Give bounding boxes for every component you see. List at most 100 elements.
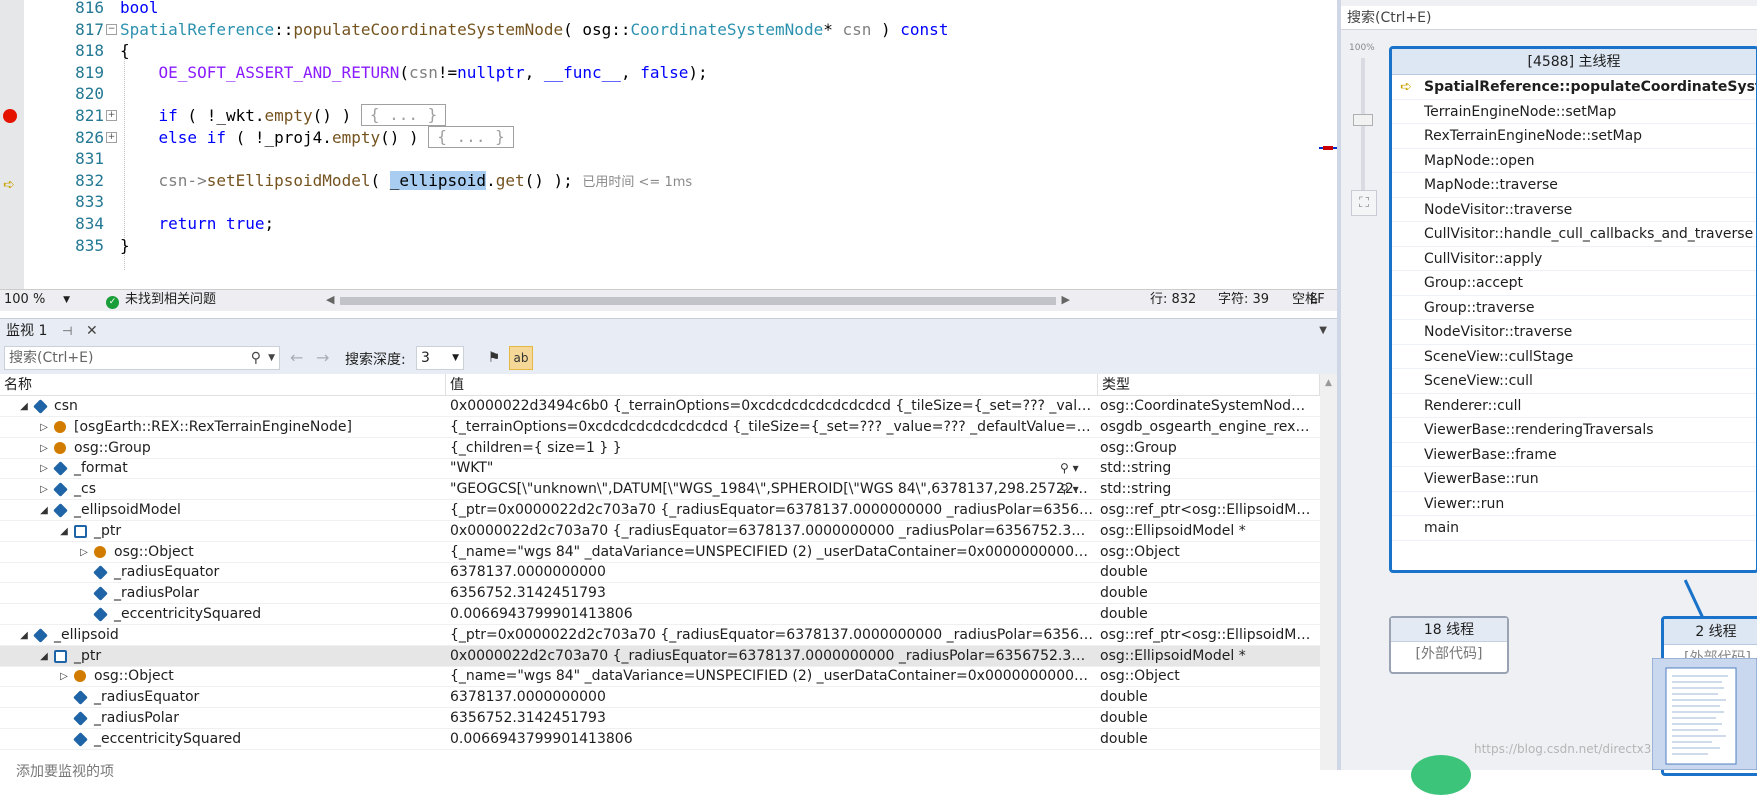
collapse-arrow-icon[interactable]: ◢ [18,625,30,646]
watch-value[interactable]: {_ptr=0x0000022d2c703a70 {_radiusEquator… [450,625,1094,646]
watch-row[interactable]: ▷ _cs "GEOGCS[\"unknown\",DATUM[\"WGS_1984… [0,479,1320,501]
search-back-icon[interactable]: ← [290,348,303,367]
expand-icon[interactable]: + [106,131,117,143]
watch-value[interactable]: 0x0000022d2c703a70 {_radiusEquator=63781… [450,521,1094,542]
collapsed-block[interactable]: { ... } [360,104,447,126]
watch-row[interactable]: ▷ osg::Group {_children={ size=1 } } osg::G… [0,438,1320,459]
code-line[interactable]: 819 OE_SOFT_ASSERT_AND_RETURN(csn!=nullp… [0,61,1310,85]
code-line[interactable]: 820 [0,82,1310,106]
search-icon[interactable]: ⚲ [251,347,261,369]
stack-frame-item[interactable]: MapNode::traverse [1392,173,1756,198]
search-depth-select[interactable]: 3 ▼ [416,346,464,370]
watch-row[interactable]: ▷ [osgEarth::REX::RexTerrainEngineNode] {_… [0,417,1320,438]
watch-value[interactable]: 6378137.0000000000 [450,562,1094,583]
search-forward-icon[interactable]: → [316,348,329,367]
text-visualizer-icon[interactable]: ⚲ ▾ [1060,479,1079,500]
scroll-up-icon[interactable]: ▲ [1320,378,1337,388]
code-line[interactable]: 821 + if ( !_wkt.empty() ) { ... } [0,104,1310,128]
collapse-icon[interactable]: − [106,23,117,35]
stack-frame-item[interactable]: RexTerrainEngineNode::setMap [1392,124,1756,149]
line-indicator[interactable]: 行: 832 [1150,290,1196,310]
close-icon[interactable]: ✕ [86,319,98,343]
window-menu-icon[interactable]: ▼ [1319,319,1327,343]
code-line[interactable]: 817− SpatialReference::populateCoordinate… [0,18,1310,42]
stack-frame-item[interactable]: main [1392,516,1756,541]
chevron-down-icon[interactable]: ▼ [268,347,275,369]
watch-row[interactable]: _radiusPolar 6356752.3142451793 double [0,583,1320,605]
collapse-arrow-icon[interactable]: ◢ [38,500,50,521]
expand-icon[interactable]: + [106,110,117,121]
watch-value[interactable]: {_name="wgs 84" _dataVariance=UNSPECIFIE… [450,666,1094,687]
stack-frame-item[interactable]: NodeVisitor::traverse [1392,320,1756,345]
zoom-slider-track[interactable] [1361,58,1365,198]
expand-arrow-icon[interactable]: ▷ [78,542,90,563]
watch-row[interactable]: _radiusPolar 6356752.3142451793 double [0,708,1320,729]
watch-value[interactable]: 0.0066943799901413806 [450,604,1094,625]
watch-row[interactable]: _eccentricitySquared 0.006694379990141380… [0,604,1320,625]
code-line[interactable]: 826 + else if ( !_proj4.empty() ) { ... } [0,125,1310,150]
expand-arrow-icon[interactable]: ▷ [38,458,50,479]
scroll-left-icon[interactable]: ◀ [326,290,334,310]
stack-frame-item[interactable]: CullVisitor::apply [1392,247,1756,271]
stack-frame-item[interactable]: SceneView::cullStage [1392,345,1756,369]
stack-frame-item[interactable]: ViewerBase::frame [1392,443,1756,467]
text-visualizer-icon[interactable]: ⚲ ▾ [1060,458,1079,479]
breakpoint-icon[interactable] [3,109,17,123]
editor-horizontal-scrollbar[interactable]: ◀ ▶ [326,293,1070,306]
thread-group-18[interactable]: 18 线程 [外部代码] [1389,616,1509,674]
watch-value[interactable]: 0x0000022d3494c6b0 {_terrainOptions=0xcd… [450,396,1094,417]
watch-vertical-scrollbar[interactable]: ▲ [1320,374,1337,770]
collapse-arrow-icon[interactable]: ◢ [38,646,50,667]
char-indicator[interactable]: 字符: 39 [1218,290,1269,310]
scrollbar-thumb[interactable] [340,297,1056,305]
watch-value[interactable]: "GEOGCS[\"unknown\",DATUM[\"WGS_1984\",S… [450,479,1094,500]
watch-value[interactable]: 0x0000022d2c703a70 {_radiusEquator=63781… [450,646,1094,667]
watch-value[interactable]: 0.0066943799901413806 [450,729,1094,750]
watch-value[interactable]: {_terrainOptions=0xcdcdcdcdcdcdcdcd {_ti… [450,417,1094,438]
stack-frame-item[interactable]: Viewer::run [1392,492,1756,516]
stack-frame-item[interactable]: ViewerBase::run [1392,467,1756,492]
code-line[interactable]: 818 { [0,39,1310,63]
scroll-right-icon[interactable]: ▶ [1062,290,1070,310]
column-header-value[interactable]: 值 [446,374,1098,396]
watch-value[interactable]: 6378137.0000000000 [450,687,1094,708]
watch-row[interactable]: ◢ csn 0x0000022d3494c6b0 {_terrainOptions=… [0,396,1320,417]
expand-arrow-icon[interactable]: ▷ [38,417,50,438]
thread-group-18-item[interactable]: [外部代码] [1391,642,1507,666]
watch-value[interactable]: {_name="wgs 84" _dataVariance=UNSPECIFIE… [450,542,1094,563]
editor-vertical-scrollbar[interactable] [1319,0,1337,289]
stack-frame-item[interactable]: Group::traverse [1392,296,1756,320]
watch-row[interactable]: ▷ osg::Object {_name="wgs 84" _dataVarianc… [0,542,1320,563]
pin-icon[interactable]: ⊣ [62,319,72,343]
expand-arrow-icon[interactable]: ▷ [38,438,50,459]
stack-frame-item[interactable]: NodeVisitor::traverse [1392,198,1756,222]
stacks-search-input[interactable]: 搜索(Ctrl+E) [1341,6,1757,30]
view-as-table-icon[interactable]: ab [509,346,533,370]
watch-row[interactable]: ▷ osg::Object {_name="wgs 84" _dataVarianc… [0,666,1320,688]
code-line[interactable]: 832 ➪ csn->setEllipsoidModel( _ellipsoid.… [0,169,1310,193]
watch-row[interactable]: _eccentricitySquared 0.006694379990141380… [0,729,1320,750]
stack-frame-item[interactable]: MapNode::open [1392,149,1756,173]
watch-tab-title[interactable]: 监视 1 [6,319,47,343]
stacks-zoom-control[interactable]: 100% ⛶ [1349,38,1379,218]
code-line[interactable]: 831 [0,147,1310,171]
main-thread-stack[interactable]: [4588] 主线程 ➪ SpatialReference::populateCo… [1389,46,1757,573]
watch-value[interactable]: 6356752.3142451793 [450,708,1094,729]
watch-row[interactable]: ◢ _ellipsoidModel {_ptr=0x0000022d2c703a70… [0,500,1320,521]
watch-value[interactable]: {_ptr=0x0000022d2c703a70 {_radiusEquator… [450,500,1094,521]
collapse-arrow-icon[interactable]: ◢ [18,396,30,417]
watch-value[interactable]: "WKT" [450,458,1094,479]
expand-arrow-icon[interactable]: ▷ [38,479,50,500]
collapsed-block[interactable]: { ... } [428,125,514,148]
watch-value[interactable]: 6356752.3142451793 [450,583,1094,604]
stack-frame-item[interactable]: TerrainEngineNode::setMap [1392,100,1756,124]
stack-frame-item[interactable]: CullVisitor::handle_cull_callbacks_and_t… [1392,222,1756,247]
stack-frame-item[interactable]: Renderer::cull [1392,394,1756,418]
watch-row[interactable]: _radiusEquator 6378137.0000000000 double [0,562,1320,584]
watch-row[interactable]: ▷ _format "WKT" ⚲ ▾ std::string [0,458,1320,480]
filter-pin-icon[interactable]: ⚑ [483,347,505,369]
zoom-dropdown[interactable]: 100 % ▼ [4,290,70,310]
code-line[interactable]: 834 return true; [0,212,1310,236]
watch-row[interactable]: ◢ _ptr 0x0000022d2c703a70 {_radiusEquator=… [0,645,1320,667]
stack-frame-item[interactable]: SceneView::cull [1392,369,1756,394]
